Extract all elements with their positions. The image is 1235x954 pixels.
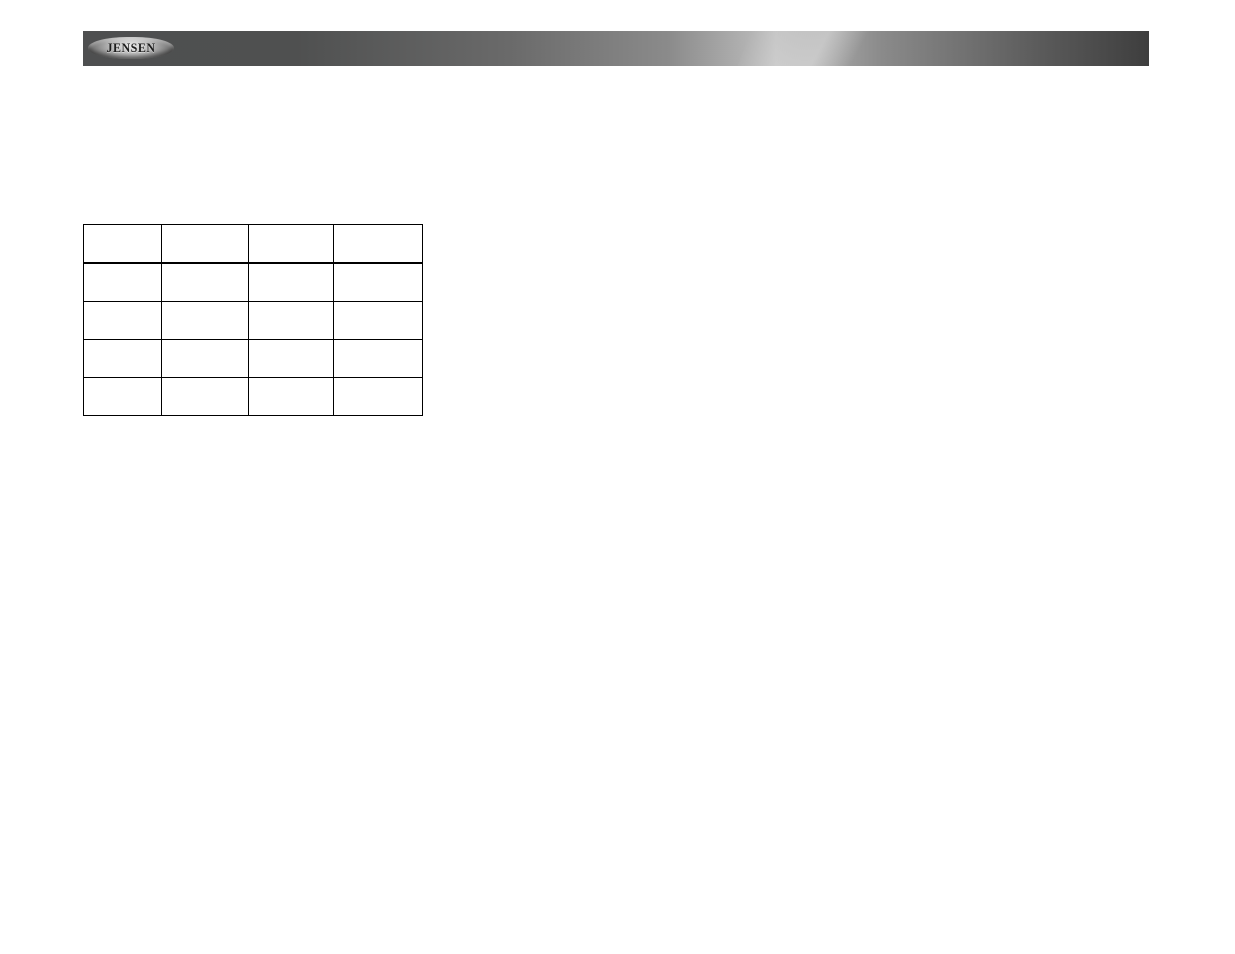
table-cell bbox=[84, 302, 162, 340]
table-cell bbox=[334, 302, 423, 340]
table-cell bbox=[84, 378, 162, 416]
brand-logo: JENSEN bbox=[88, 35, 174, 60]
header-band: JENSEN bbox=[83, 31, 1149, 66]
table-cell bbox=[162, 340, 249, 378]
table-cell bbox=[249, 302, 334, 340]
table-header-cell bbox=[162, 225, 249, 263]
table-header-cell bbox=[84, 225, 162, 263]
table-row bbox=[84, 264, 423, 302]
table-header-cell bbox=[334, 225, 423, 263]
table-cell bbox=[84, 264, 162, 302]
table-cell bbox=[249, 340, 334, 378]
table-cell bbox=[162, 378, 249, 416]
table-cell bbox=[334, 378, 423, 416]
page-root: JENSEN bbox=[0, 0, 1235, 954]
table-header-row bbox=[84, 225, 423, 263]
table-cell bbox=[162, 302, 249, 340]
brand-logo-cartouche: JENSEN bbox=[88, 37, 174, 59]
data-table bbox=[83, 224, 423, 416]
table-cell bbox=[249, 264, 334, 302]
table-row bbox=[84, 340, 423, 378]
table-row bbox=[84, 378, 423, 416]
table-cell bbox=[162, 264, 249, 302]
table-cell bbox=[334, 340, 423, 378]
table-cell bbox=[84, 340, 162, 378]
table-cell bbox=[249, 378, 334, 416]
table-cell bbox=[334, 264, 423, 302]
table-header-cell bbox=[249, 225, 334, 263]
brand-logo-text: JENSEN bbox=[88, 36, 174, 59]
table-row bbox=[84, 302, 423, 340]
